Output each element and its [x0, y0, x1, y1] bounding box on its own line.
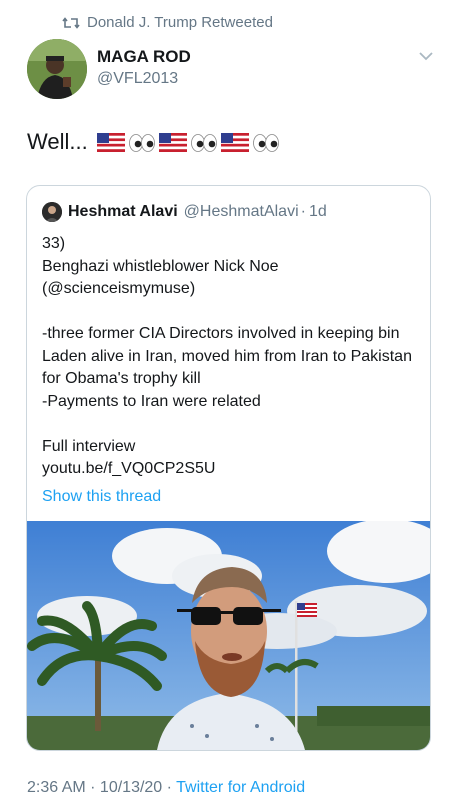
retweet-header: Donald J. Trump Retweeted [62, 14, 273, 31]
retweet-icon [62, 16, 80, 29]
us-flag-icon [96, 132, 125, 152]
show-thread-link[interactable]: Show this thread [42, 488, 161, 506]
author-handle[interactable]: @VFL2013 [97, 70, 178, 88]
tweet-timestamp: 2:36 AM · 10/13/20 · [27, 779, 177, 796]
meta-separator: · [300, 203, 306, 220]
quoted-author-avatar [42, 202, 62, 222]
us-flag-icon [220, 132, 249, 152]
author-name[interactable]: MAGA ROD [97, 47, 191, 67]
quoted-tweet-text: 33) Benghazi whistleblower Nick Noe (@sc… [42, 235, 412, 477]
tweet-text-content: Well... [27, 129, 88, 154]
quoted-tweet-time: 1d [308, 203, 327, 220]
author-avatar[interactable] [27, 39, 87, 99]
tweet-source-link[interactable]: Twitter for Android [176, 779, 305, 796]
retweet-label: Donald J. Trump Retweeted [87, 14, 273, 31]
quoted-author-handle: @HeshmatAlavi [183, 203, 299, 220]
quoted-author-name: Heshmat Alavi [68, 203, 178, 220]
video-thumbnail [27, 521, 430, 750]
eyes-icon [252, 133, 279, 152]
tweet-text: Well... [27, 129, 280, 155]
us-flag-icon [158, 132, 187, 152]
quoted-tweet-header: Heshmat Alavi @HeshmatAlavi · 1d [42, 202, 327, 222]
chevron-down-icon[interactable] [418, 50, 434, 62]
eyes-icon [190, 133, 217, 152]
quoted-tweet-video[interactable] [27, 521, 430, 750]
quoted-tweet[interactable]: Heshmat Alavi @HeshmatAlavi · 1d 33) Ben… [26, 185, 431, 751]
tweet-footer: 2:36 AM · 10/13/20 · Twitter for Android [27, 779, 305, 797]
eyes-icon [128, 133, 155, 152]
